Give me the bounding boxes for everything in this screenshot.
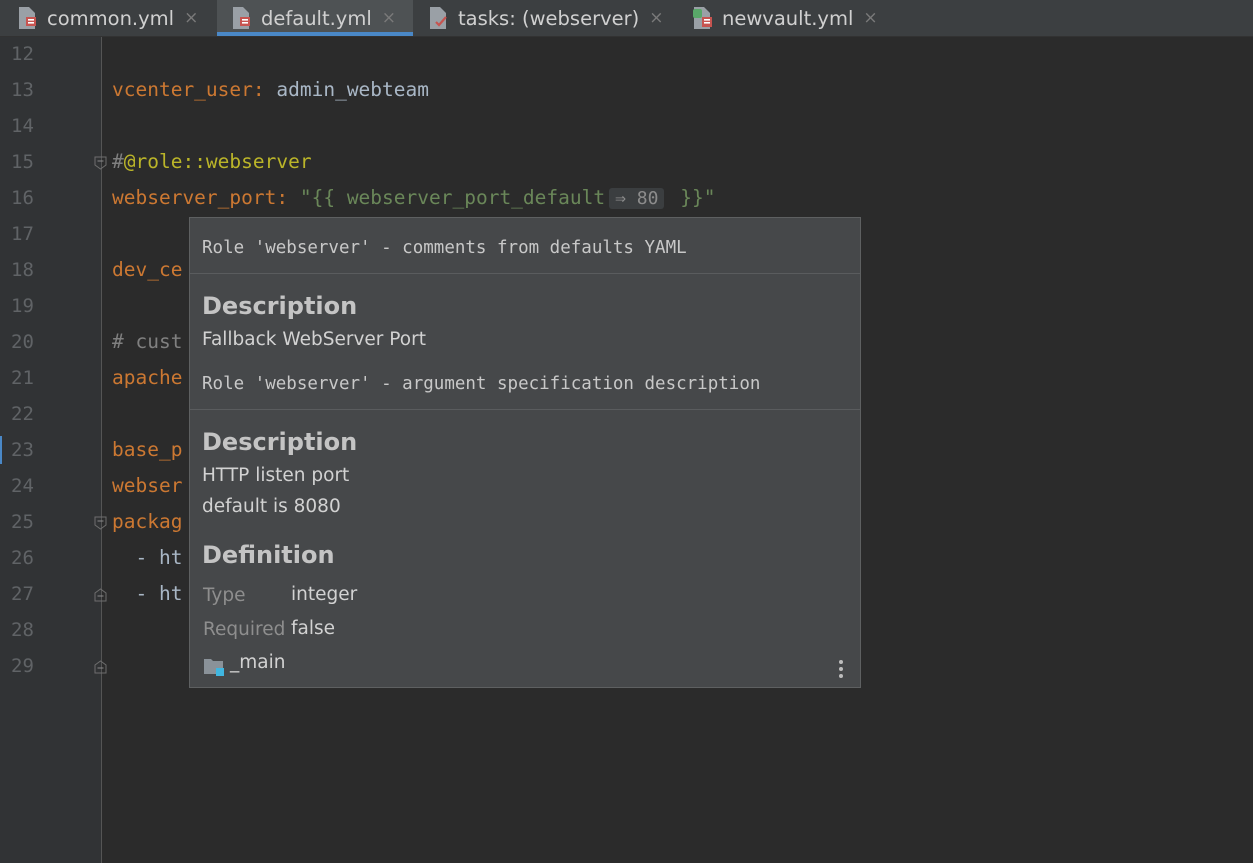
tab-newvault-yml[interactable]: newvault.yml ×	[677, 0, 899, 36]
popup-divider	[190, 409, 860, 410]
fold-end-icon[interactable]	[94, 588, 107, 602]
fold-open-icon[interactable]	[94, 156, 107, 170]
caret-line-marker	[0, 436, 2, 464]
editor-tab-bar: common.yml × default.yml × tasks: (webse…	[0, 0, 1253, 37]
line-number[interactable]: 26	[11, 547, 51, 569]
documentation-popup: Role 'webserver' - comments from default…	[189, 217, 861, 688]
module-label[interactable]: _main	[230, 652, 285, 673]
close-icon[interactable]: ×	[649, 8, 663, 28]
code-line-20[interactable]: # cust	[112, 330, 182, 353]
code-line-16[interactable]: webserver_port: "{{ webserver_port_defau…	[112, 186, 715, 209]
yaml-string: "{{ webserver_port_default	[299, 186, 606, 209]
close-icon[interactable]: ×	[184, 8, 198, 28]
definition-heading: Definition	[202, 541, 335, 569]
tab-common-yml[interactable]: common.yml ×	[0, 0, 216, 36]
type-value: integer	[291, 584, 358, 605]
tab-label: tasks: (webserver)	[458, 6, 640, 30]
line-number[interactable]: 17	[11, 223, 51, 245]
line-number[interactable]: 18	[11, 259, 51, 281]
comment-hash: #	[112, 150, 124, 173]
tab-default-yml[interactable]: default.yml ×	[217, 0, 413, 36]
line-number[interactable]: 14	[11, 115, 51, 137]
tab-tasks-webserver[interactable]: tasks: (webserver) ×	[414, 0, 676, 36]
inlay-hint[interactable]: ⇒ 80	[609, 188, 665, 209]
code-line-15[interactable]: #@role::webserver	[112, 150, 312, 173]
line-number[interactable]: 25	[11, 511, 51, 533]
line-number[interactable]: 24	[11, 475, 51, 497]
popup-divider	[190, 273, 860, 274]
yaml-key: vcenter_user	[112, 78, 253, 101]
code-line-18[interactable]: dev_ce	[112, 258, 182, 281]
line-number[interactable]: 22	[11, 403, 51, 425]
yaml-key: webserver_port	[112, 186, 277, 209]
tab-label: default.yml	[261, 6, 372, 30]
description-text: Fallback WebServer Port	[202, 329, 426, 350]
description-text: default is 8080	[202, 496, 341, 517]
code-line-26[interactable]: - ht	[112, 546, 182, 569]
active-tab-indicator	[217, 32, 413, 36]
yaml-value: admin_webteam	[276, 78, 429, 101]
folder-icon	[204, 659, 224, 676]
vault-file-icon	[692, 6, 712, 30]
line-number[interactable]: 13	[11, 79, 51, 101]
popup-section-title: Role 'webserver' - comments from default…	[202, 238, 687, 258]
tab-label: newvault.yml	[722, 6, 854, 30]
code-line-13[interactable]: vcenter_user: admin_webteam	[112, 78, 429, 101]
close-icon[interactable]: ×	[863, 8, 877, 28]
role-annotation: @role::webserver	[123, 150, 312, 173]
code-line-21[interactable]: apache	[112, 366, 182, 389]
description-heading: Description	[202, 428, 358, 456]
code-line-27[interactable]: - ht	[112, 582, 182, 605]
tasks-file-icon	[428, 6, 448, 30]
tab-label: common.yml	[47, 6, 175, 30]
description-text: HTTP listen port	[202, 465, 350, 486]
line-number[interactable]: 19	[11, 295, 51, 317]
fold-end-icon[interactable]	[94, 660, 107, 674]
popup-section-title: Role 'webserver' - argument specificatio…	[202, 374, 761, 394]
line-number[interactable]: 27	[11, 583, 51, 605]
line-number[interactable]: 16	[11, 187, 51, 209]
type-label: Type	[203, 585, 246, 606]
line-number[interactable]: 20	[11, 331, 51, 353]
description-heading: Description	[202, 292, 358, 320]
more-vertical-icon[interactable]	[838, 660, 844, 680]
required-value: false	[291, 618, 336, 639]
yaml-file-icon	[17, 6, 37, 30]
yaml-string-end: }}"	[668, 186, 716, 209]
code-line-25[interactable]: packag	[112, 510, 182, 533]
line-number[interactable]: 15	[11, 151, 51, 173]
yaml-colon: :	[252, 78, 277, 101]
line-number[interactable]: 21	[11, 367, 51, 389]
close-icon[interactable]: ×	[382, 8, 396, 28]
line-number[interactable]: 23	[11, 439, 51, 461]
code-line-24[interactable]: webser	[112, 474, 182, 497]
code-line-23[interactable]: base_p	[112, 438, 182, 461]
yaml-file-icon	[231, 6, 251, 30]
line-number[interactable]: 28	[11, 619, 51, 641]
required-label: Required	[203, 619, 286, 640]
line-number[interactable]: 29	[11, 655, 51, 677]
fold-open-icon[interactable]	[94, 516, 107, 530]
line-number[interactable]: 12	[11, 43, 51, 65]
yaml-colon: :	[276, 186, 300, 209]
